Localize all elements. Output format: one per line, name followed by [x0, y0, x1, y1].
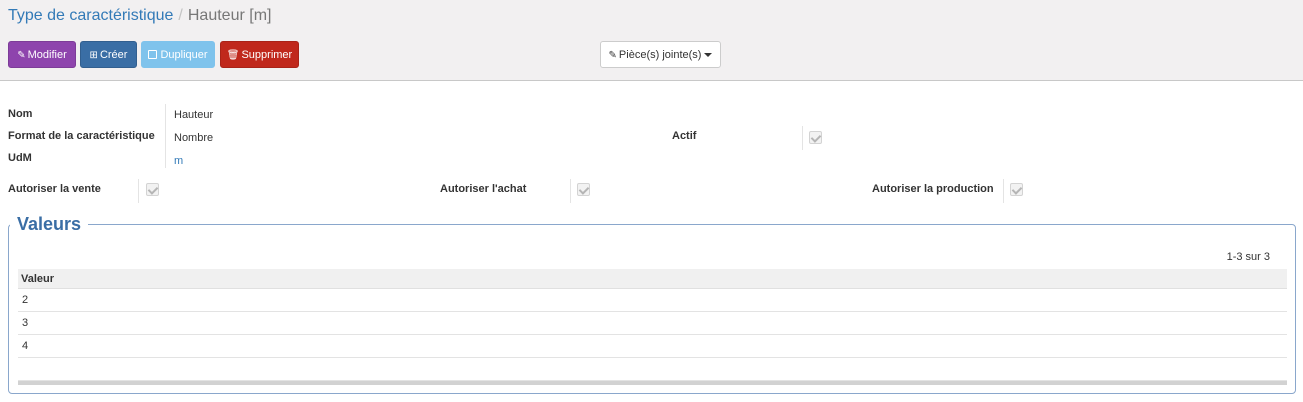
- production-divider: [1003, 179, 1004, 203]
- caret-down-icon: [704, 53, 713, 58]
- edit-button[interactable]: ✎ Modifier: [8, 41, 76, 68]
- active-label: Actif: [672, 130, 697, 142]
- values-table: Valeur 2 3 4: [18, 269, 1287, 385]
- format-label: Format de la caractéristique: [8, 130, 155, 142]
- table-row-empty: [18, 358, 1287, 381]
- delete-button-label: Supprimer: [241, 49, 293, 61]
- uom-label: UdM: [8, 152, 32, 164]
- attachments-label: Pièce(s) jointe(s): [618, 49, 702, 61]
- values-section-title: Valeurs: [10, 212, 89, 236]
- duplicate-button-label: Dupliquer: [160, 49, 208, 61]
- plus-square-icon: ⊞: [89, 50, 98, 61]
- production-checkbox[interactable]: [1010, 183, 1023, 196]
- table-row[interactable]: 4: [18, 335, 1287, 358]
- breadcrumb-parent-link[interactable]: Type de caractéristique: [8, 7, 173, 24]
- breadcrumb-separator: /: [178, 7, 183, 24]
- sale-divider: [138, 179, 139, 203]
- table-footer: [18, 381, 1287, 385]
- control-panel: Type de caractéristique / Hauteur [m] ✎ Mod…: [0, 0, 1303, 81]
- active-checkbox[interactable]: [809, 131, 822, 144]
- delete-button[interactable]: 🗑 Supprimer: [220, 41, 299, 68]
- production-label: Autoriser la production: [872, 183, 994, 195]
- sale-checkbox[interactable]: [146, 183, 159, 196]
- edit-button-label: Modifier: [27, 49, 67, 61]
- purchase-label: Autoriser l'achat: [440, 183, 527, 195]
- attachments-dropdown[interactable]: ✎ Pièce(s) jointe(s): [600, 41, 721, 68]
- purchase-checkbox[interactable]: [577, 183, 590, 196]
- duplicate-button[interactable]: Dupliquer: [141, 41, 215, 68]
- format-value: Nombre: [174, 132, 214, 144]
- name-label: Nom: [8, 108, 33, 120]
- paperclip-icon: ✎: [608, 50, 617, 61]
- active-divider: [802, 126, 803, 150]
- copy-icon: [148, 50, 158, 59]
- column-header-value[interactable]: Valeur: [18, 269, 1287, 289]
- label-divider: [165, 104, 166, 168]
- sale-label: Autoriser la vente: [8, 183, 101, 195]
- trash-icon: 🗑: [226, 50, 240, 61]
- purchase-divider: [570, 179, 571, 203]
- uom-link[interactable]: m: [174, 155, 183, 167]
- table-row[interactable]: 3: [18, 312, 1287, 335]
- create-button-label: Créer: [99, 49, 128, 61]
- create-button[interactable]: ⊞ Créer: [80, 41, 137, 68]
- breadcrumb-current: Hauteur [m]: [187, 7, 272, 24]
- name-value: Hauteur: [174, 109, 214, 121]
- table-row[interactable]: 2: [18, 289, 1287, 312]
- breadcrumb: Type de caractéristique / Hauteur [m]: [8, 6, 271, 26]
- pager-value[interactable]: 1-3 sur 3: [1227, 251, 1270, 263]
- pencil-square-icon: ✎: [17, 50, 26, 61]
